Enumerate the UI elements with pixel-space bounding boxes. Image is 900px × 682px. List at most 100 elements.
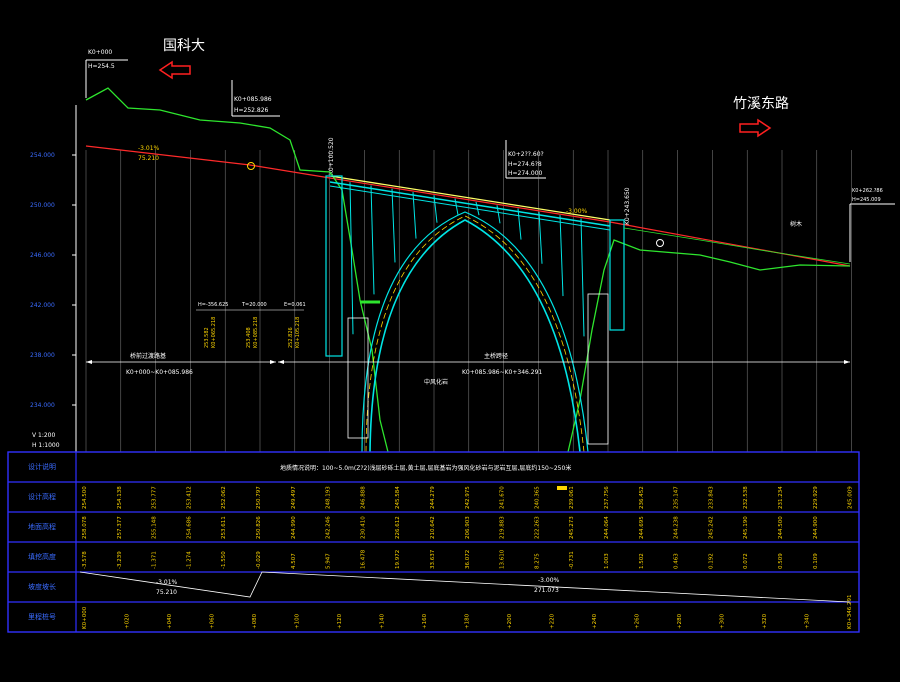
- table-row-label: 设计高程: [28, 492, 56, 501]
- table-cell: 253.412: [186, 486, 192, 509]
- table-cell: 244.238: [674, 516, 680, 539]
- left-bridge-station: K0+100.520: [328, 137, 335, 175]
- table-cell: 8.275: [534, 553, 540, 569]
- table-cell: 248.193: [326, 486, 332, 509]
- table-cell: 249.497: [291, 486, 297, 509]
- spandrel-column: [580, 218, 585, 337]
- table-cell: 244.064: [604, 516, 610, 539]
- table-cell: +300: [720, 613, 726, 629]
- table-cell: 0.463: [674, 553, 680, 569]
- grade-row-left-len: 75.210: [156, 589, 177, 596]
- main-span-name: 主桥跨径: [484, 352, 508, 360]
- left-bridge-station-text: K0+100.520: [328, 137, 335, 175]
- table-cell: 254.500: [82, 486, 88, 509]
- table-cell: 245.584: [395, 486, 401, 509]
- table-cell: +240: [592, 613, 598, 629]
- table-cell: +260: [635, 613, 641, 629]
- left-span-dimension: 桥前过渡路基 K0+000~K0+085.986: [86, 352, 276, 376]
- table-cell: 1.003: [604, 553, 610, 569]
- table-cell: 253.777: [152, 486, 158, 509]
- right-end-elev-text: H=245.009: [852, 197, 881, 203]
- vcurve-elev-1-text: H=274.6?8: [508, 161, 542, 168]
- table-cell: 240.365: [534, 486, 540, 509]
- grade-row-left: -3.01%: [156, 579, 178, 586]
- table-cell: 36.072: [465, 550, 471, 569]
- table-cell: -1.550: [221, 551, 227, 569]
- table-cell: +140: [380, 613, 386, 629]
- table-cell: +220: [550, 613, 556, 629]
- table-cell: 222.263: [534, 516, 540, 539]
- table-cell: 16.478: [360, 549, 366, 569]
- spandrel-column: [370, 185, 375, 295]
- spandrel-column: [391, 188, 396, 263]
- table-cell: 252.062: [221, 486, 227, 509]
- table-cell: 257.377: [117, 516, 123, 539]
- left-direction-label: 国科大: [163, 38, 205, 54]
- left-span-name: 桥前过渡路基: [130, 352, 166, 360]
- table-cell: +160: [422, 613, 428, 629]
- table-cell: 254.138: [117, 486, 123, 509]
- table-row-label: 坡度坡长: [28, 582, 56, 591]
- spandrel-column: [559, 215, 564, 297]
- table-cell: +080: [252, 613, 258, 629]
- table-cell: K0+346.291: [847, 595, 853, 629]
- table-cell: 239.061: [569, 486, 575, 509]
- grade-row-right: -3.00%: [538, 577, 560, 584]
- table-cell: 0.192: [708, 553, 714, 569]
- table-cell: 245.273: [569, 516, 575, 539]
- profile-table: 设计说明设计高程地面高程填挖高度坡度坡长里程桩号 254.500 254.138 2…: [7, 451, 860, 633]
- table-cell: 5.947: [326, 553, 332, 569]
- left-span-range: K0+000~K0+085.986: [126, 369, 193, 376]
- table-cell: 245.242: [708, 516, 714, 539]
- table-cell: 0.072: [743, 553, 749, 569]
- profile-drawing: 国科大 竹溪东路 K0+000 H=254.5 K0+085.986 H=252…: [7, 38, 895, 633]
- table-cell: -1.371: [152, 551, 158, 569]
- table-cell: 245.009: [848, 486, 854, 509]
- grade-left-text: -3.01%: [138, 145, 160, 152]
- vert-a-1: 253.582: [204, 327, 210, 348]
- main-arch: [361, 211, 589, 453]
- vcurve-annotation: K0+2??.60? H=274.6?8 H=274.000: [505, 140, 546, 179]
- left-station-annotation: K0+000 H=254.5: [85, 49, 128, 98]
- table-cell: 255.148: [152, 516, 158, 539]
- table-cell: 236.452: [639, 486, 645, 509]
- curve-e-text: E=0.061: [284, 302, 306, 308]
- right-bridge-station: K0+243.650: [624, 187, 631, 225]
- table-cell: 246.888: [360, 486, 366, 509]
- y-axis: 254.000 250.000 246.000 242.000 238.000 234.0…: [30, 105, 77, 452]
- vert-b-2: K0+085.218: [253, 317, 259, 348]
- table-cell: 237.756: [604, 486, 610, 509]
- mid-station-text: K0+085.986: [234, 96, 272, 103]
- main-span-range: K0+085.986~K0+346.291: [462, 369, 542, 376]
- grade-row-right-len: 271.073: [534, 587, 559, 594]
- horizontal-scale: H 1:1000: [32, 442, 60, 449]
- table-cell: +040: [167, 613, 173, 629]
- table-cell: +120: [337, 613, 343, 629]
- right-end-annotation: K0+262.?86 H=245.009: [849, 188, 895, 262]
- table-cell: 244.279: [430, 486, 436, 509]
- spandrel-column: [517, 208, 522, 240]
- table-cell: 33.637: [430, 549, 436, 569]
- mid-elev-text: H=252.826: [234, 107, 269, 114]
- vert-c-1: 252.826: [288, 327, 294, 348]
- table-cell: 232.538: [743, 486, 749, 509]
- table-cell: 0.509: [778, 553, 784, 569]
- left-station-text: K0+000: [88, 49, 112, 56]
- table-cell: 229.929: [813, 486, 819, 509]
- y-tick-label: 234.000: [30, 402, 55, 409]
- table-cell: +020: [125, 613, 131, 629]
- vcurve-elev-2-text: H=274.000: [508, 170, 543, 177]
- spandrel-column: [454, 198, 459, 215]
- table-cell: 258.078: [82, 516, 88, 539]
- table-row-label: 里程桩号: [28, 612, 56, 621]
- table-cell: 206.903: [465, 516, 471, 539]
- grade-right-deck-text: -3.00%: [566, 208, 588, 215]
- table-cell: 245.190: [743, 516, 749, 539]
- table-cell: -0.029: [256, 551, 262, 569]
- table-cell: +340: [805, 613, 811, 629]
- table-cell: 244.500: [778, 516, 784, 539]
- table-cell: K0+000: [82, 606, 88, 629]
- mid-station-annotation: K0+085.986 H=252.826: [231, 80, 280, 117]
- curve-elements: H=-356.625 T=20.000 E=0.061 253.582 K0+0…: [196, 302, 306, 348]
- table-cell: 244.695: [639, 516, 645, 539]
